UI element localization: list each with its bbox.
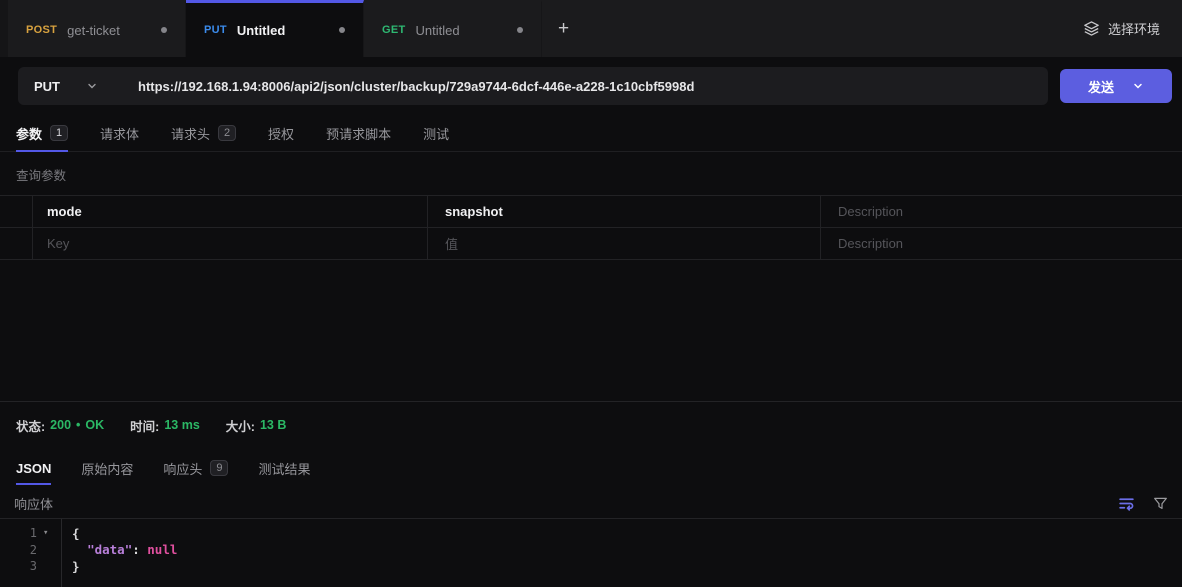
status-label: 状态: bbox=[16, 416, 45, 435]
tab-response-headers[interactable]: 响应头 9 bbox=[163, 448, 228, 488]
tab-label: 预请求脚本 bbox=[326, 124, 391, 143]
tab-untitled-put[interactable]: PUT Untitled bbox=[186, 0, 364, 57]
response-time: 时间: 13 ms bbox=[130, 416, 200, 435]
json-null-value: null bbox=[147, 542, 177, 557]
url-input[interactable] bbox=[118, 79, 1048, 94]
code-line: } bbox=[72, 558, 177, 575]
status-bullet: • bbox=[76, 418, 80, 432]
method-selector[interactable]: PUT bbox=[18, 67, 118, 105]
time-value: 13 ms bbox=[164, 418, 199, 432]
row-handle-cell[interactable] bbox=[0, 196, 32, 227]
tab-label: 请求体 bbox=[100, 124, 139, 143]
param-description-field[interactable]: Description bbox=[820, 196, 1182, 227]
status-code: 200 bbox=[50, 418, 71, 432]
tab-label: 测试结果 bbox=[258, 459, 310, 478]
tab-label: 参数 bbox=[16, 124, 42, 143]
tab-request-headers[interactable]: 请求头 2 bbox=[171, 115, 236, 151]
response-tabs: JSON 原始内容 响应头 9 测试结果 bbox=[0, 448, 1182, 488]
tab-label: JSON bbox=[16, 461, 51, 476]
param-key-field[interactable]: Key bbox=[32, 228, 427, 259]
method-label-get: GET bbox=[382, 24, 406, 36]
wrap-text-button[interactable] bbox=[1118, 495, 1135, 512]
response-body-label: 响应体 bbox=[14, 494, 53, 513]
param-key-field[interactable]: mode bbox=[32, 196, 427, 227]
chevron-down-icon bbox=[86, 80, 98, 92]
tab-params[interactable]: 参数 1 bbox=[16, 115, 68, 151]
environment-selector-label: 选择环境 bbox=[1108, 19, 1160, 38]
param-value-field[interactable]: snapshot bbox=[427, 196, 820, 227]
request-bar: PUT 发送 bbox=[0, 57, 1182, 115]
tab-title: Untitled bbox=[237, 23, 285, 38]
fold-caret-icon[interactable]: ▾ bbox=[43, 528, 51, 538]
param-row: mode snapshot Description bbox=[0, 196, 1182, 228]
environment-selector[interactable]: 选择环境 bbox=[1061, 0, 1182, 57]
filter-icon bbox=[1153, 496, 1168, 511]
method-selected-value: PUT bbox=[34, 79, 60, 94]
query-params-table: mode snapshot Description Key 值 Descript… bbox=[0, 195, 1182, 260]
empty-area bbox=[0, 260, 1182, 401]
line-number: 3 ▾ bbox=[0, 558, 61, 575]
filter-button[interactable] bbox=[1153, 496, 1168, 511]
tab-label: 测试 bbox=[423, 124, 449, 143]
tab-pre-request-script[interactable]: 预请求脚本 bbox=[326, 115, 391, 151]
response-headers-count-badge: 9 bbox=[210, 460, 228, 476]
size-label: 大小: bbox=[226, 416, 255, 435]
line-number: 2 ▾ bbox=[0, 542, 61, 559]
line-number: 1 ▾ bbox=[0, 525, 61, 542]
tab-request-body[interactable]: 请求体 bbox=[100, 115, 139, 151]
unsaved-dot bbox=[161, 27, 167, 33]
code-line: "data": null bbox=[72, 542, 177, 559]
request-section-tabs: 参数 1 请求体 请求头 2 授权 预请求脚本 测试 bbox=[0, 115, 1182, 152]
unsaved-dot bbox=[517, 27, 523, 33]
time-label: 时间: bbox=[130, 416, 159, 435]
method-label-post: POST bbox=[26, 24, 57, 36]
param-row-empty: Key 值 Description bbox=[0, 228, 1182, 260]
tab-json[interactable]: JSON bbox=[16, 448, 51, 488]
response-status: 状态: 200 • OK bbox=[16, 416, 104, 435]
tab-label: 原始内容 bbox=[81, 459, 133, 478]
unsaved-dot bbox=[339, 27, 345, 33]
param-value-field[interactable]: 值 bbox=[427, 228, 820, 259]
tab-tests[interactable]: 测试 bbox=[423, 115, 449, 151]
method-label-put: PUT bbox=[204, 24, 227, 36]
tab-authorization[interactable]: 授权 bbox=[268, 115, 294, 151]
size-value: 13 B bbox=[260, 418, 286, 432]
tab-label: 请求头 bbox=[171, 124, 210, 143]
tab-untitled-get[interactable]: GET Untitled bbox=[364, 0, 542, 57]
tabbar-spacer bbox=[585, 0, 1061, 57]
response-section: 状态: 200 • OK 时间: 13 ms 大小: 13 B JSON 原始内… bbox=[0, 401, 1182, 587]
url-bar: PUT bbox=[18, 67, 1048, 105]
send-button[interactable]: 发送 bbox=[1060, 69, 1172, 103]
param-description-field[interactable]: Description bbox=[820, 228, 1182, 259]
response-body-header: 响应体 bbox=[0, 488, 1182, 518]
send-options-chevron-icon[interactable] bbox=[1132, 80, 1144, 92]
response-status-row: 状态: 200 • OK 时间: 13 ms 大小: 13 B bbox=[0, 402, 1182, 448]
query-params-label: 查询参数 bbox=[0, 152, 1182, 195]
json-key: "data" bbox=[87, 542, 132, 557]
tab-get-ticket[interactable]: POST get-ticket bbox=[8, 0, 186, 57]
tab-label: 响应头 bbox=[163, 459, 202, 478]
tab-test-results[interactable]: 测试结果 bbox=[258, 448, 310, 488]
wrap-text-icon bbox=[1118, 495, 1135, 512]
tab-title: get-ticket bbox=[67, 23, 120, 38]
new-tab-button[interactable]: + bbox=[542, 19, 585, 38]
tab-title: Untitled bbox=[416, 23, 460, 38]
row-handle-cell[interactable] bbox=[0, 228, 32, 259]
tab-label: 授权 bbox=[268, 124, 294, 143]
code-line: { bbox=[72, 525, 177, 542]
layers-icon bbox=[1083, 20, 1100, 37]
headers-count-badge: 2 bbox=[218, 125, 236, 141]
tab-raw-content[interactable]: 原始内容 bbox=[81, 448, 133, 488]
status-text: OK bbox=[85, 418, 104, 432]
tab-bar: POST get-ticket PUT Untitled GET Untitle… bbox=[0, 0, 1182, 57]
response-body-tools bbox=[1118, 495, 1168, 512]
response-size: 大小: 13 B bbox=[226, 416, 287, 435]
send-button-label: 发送 bbox=[1088, 77, 1114, 96]
params-count-badge: 1 bbox=[50, 125, 68, 141]
window-edge bbox=[0, 0, 8, 57]
